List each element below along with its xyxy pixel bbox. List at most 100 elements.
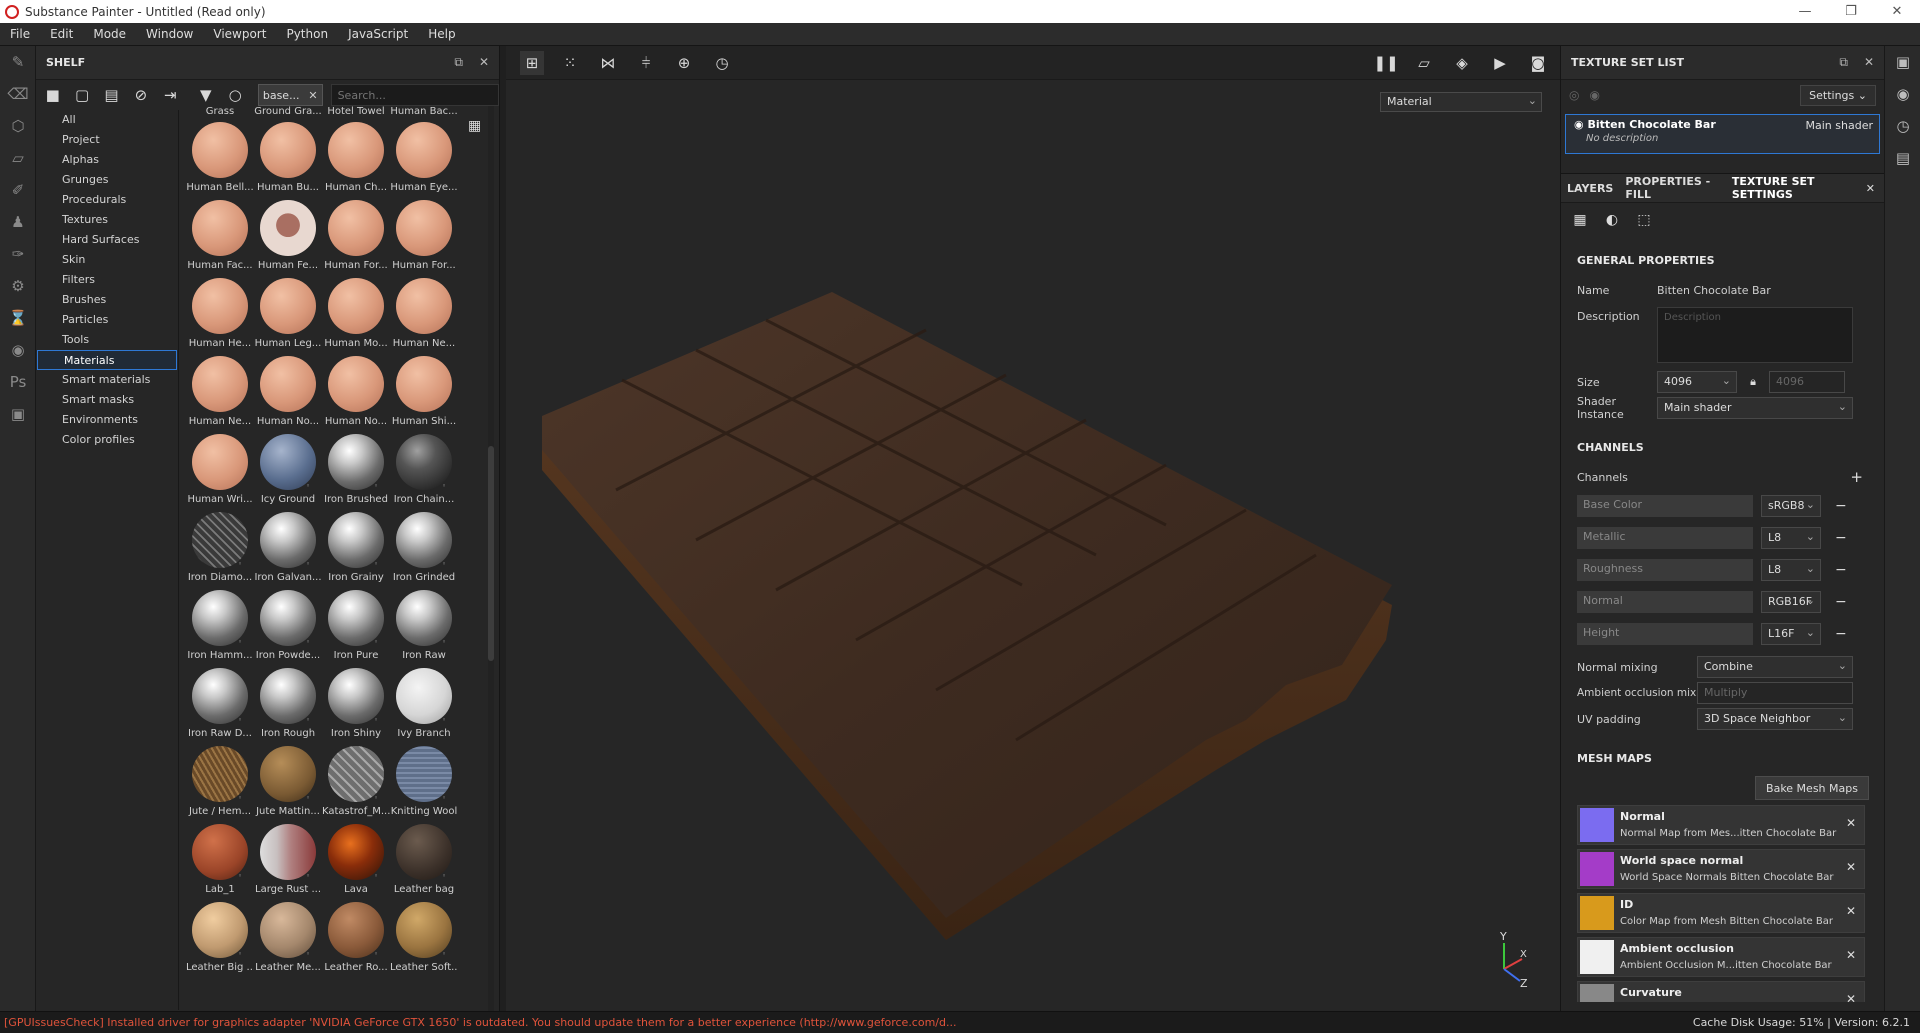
material-tile[interactable]: Human Eye...	[390, 122, 458, 200]
material-tile[interactable]: Human Mo...	[322, 278, 390, 356]
display-settings-icon[interactable]: ◉	[1885, 78, 1920, 110]
texture-set-list-icon[interactable]: ▣	[1885, 46, 1920, 78]
channel-format-select[interactable]: L8 ⌄	[1761, 559, 1821, 581]
remove-channel-icon[interactable]: −	[1835, 498, 1847, 514]
menu-edit[interactable]: Edit	[40, 27, 83, 41]
log-icon[interactable]: ▤	[1885, 142, 1920, 174]
mesh-icon[interactable]: ▦	[1567, 207, 1593, 233]
material-tile[interactable]: ◦ Iron Hamm...	[186, 590, 254, 668]
scrollbar-thumb[interactable]	[488, 446, 494, 661]
history-icon[interactable]: ◷	[1885, 110, 1920, 142]
bake-icon[interactable]: ⚙	[0, 270, 36, 302]
category-item[interactable]: Particles	[36, 310, 178, 330]
mirror-x-icon[interactable]: ⋈	[596, 51, 620, 75]
material-tile[interactable]: ◦ Iron Galvan...	[254, 512, 322, 590]
material-tile[interactable]: ◦ Jute Mattin...	[254, 746, 322, 824]
remove-mesh-map-icon[interactable]: ✕	[1846, 992, 1856, 1002]
category-item[interactable]: Hard Surfaces	[36, 230, 178, 250]
material-tile[interactable]: ◦ Iron Grinded	[390, 512, 458, 590]
material-tile[interactable]: ◦ Leather bag	[390, 824, 458, 902]
category-item[interactable]: Tools	[36, 330, 178, 350]
remove-mesh-map-icon[interactable]: ✕	[1846, 816, 1856, 830]
category-item[interactable]: Procedurals	[36, 190, 178, 210]
channel-format-select[interactable]: L8 ⌄	[1761, 527, 1821, 549]
symmetry-grid-icon[interactable]: ⊞	[520, 50, 544, 75]
material-tile[interactable]: Human Wri...	[186, 434, 254, 512]
material-tile[interactable]: ◦ Iron Powde...	[254, 590, 322, 668]
material-tile[interactable]: ◦ Lava	[322, 824, 390, 902]
mesh-map-item[interactable]: World space normal World Space Normals Bi…	[1577, 849, 1865, 889]
material-tile[interactable]: ◦ Iron Brushed	[322, 434, 390, 512]
material-tile[interactable]: Human No...	[254, 356, 322, 434]
shelf-scrollbar[interactable]	[488, 106, 494, 1011]
size-height-field[interactable]: 4096	[1769, 371, 1845, 393]
export-icon[interactable]: ▣	[0, 398, 36, 430]
shader-instance-select[interactable]: Main shader ⌄	[1657, 397, 1853, 419]
material-tile[interactable]: ◦ Leather Soft...	[390, 902, 458, 980]
projection-icon[interactable]: ⬡	[0, 110, 36, 142]
measure-icon[interactable]: ⌛	[0, 302, 36, 334]
remove-channel-icon[interactable]: −	[1835, 562, 1847, 578]
view-2d-icon[interactable]: ▱	[1412, 51, 1436, 75]
material-tile[interactable]: ◦ Jute / Hem...	[186, 746, 254, 824]
material-tile[interactable]: Human No...	[322, 356, 390, 434]
uv-padding-select[interactable]: 3D Space Neighbor ⌄	[1697, 708, 1853, 730]
category-item[interactable]: Grunges	[36, 170, 178, 190]
material-tile[interactable]: ◦ Iron Shiny	[322, 668, 390, 746]
material-tile[interactable]: ◦ Iron Chain...	[390, 434, 458, 512]
material-tile[interactable]: ◦ Leather Ro...	[322, 902, 390, 980]
material-tile[interactable]: ◦ Iron Rough	[254, 668, 322, 746]
menu-python[interactable]: Python	[276, 27, 338, 41]
refresh-icon[interactable]: ○	[222, 83, 247, 107]
material-tile[interactable]: ◦ Iron Raw D...	[186, 668, 254, 746]
category-item[interactable]: Skin	[36, 250, 178, 270]
channel-format-select[interactable]: sRGB8 ⌄	[1761, 495, 1821, 517]
material-tile[interactable]: Human For...	[390, 200, 458, 278]
menu-mode[interactable]: Mode	[83, 27, 136, 41]
grid-size-icon[interactable]: ▦	[468, 118, 481, 134]
channel-name[interactable]: Normal	[1577, 591, 1753, 613]
category-item-materials[interactable]: Materials	[37, 350, 177, 370]
category-item[interactable]: Environments	[36, 410, 178, 430]
tiling-icon[interactable]: ⁙	[558, 51, 582, 75]
eye-icon[interactable]: ◉	[1589, 88, 1599, 102]
eraser-icon[interactable]: ⌫	[0, 78, 36, 110]
material-tile[interactable]: Human Leg...	[254, 278, 322, 356]
pause-icon[interactable]: ❚❚	[1373, 51, 1398, 75]
category-item[interactable]: Color profiles	[36, 430, 178, 450]
material-tile[interactable]: Human Bell...	[186, 122, 254, 200]
status-error-message[interactable]: [GPUIssuesCheck] Installed driver for gr…	[0, 1016, 1100, 1029]
color-picker-icon[interactable]: ✑	[0, 238, 36, 270]
close-icon[interactable]: ✕	[1860, 182, 1885, 195]
material-tile[interactable]: Human Ne...	[186, 356, 254, 434]
filter-icon[interactable]: ▼	[193, 83, 218, 107]
remove-channel-icon[interactable]: −	[1835, 594, 1847, 610]
category-item[interactable]: Project	[36, 130, 178, 150]
import-icon[interactable]: ⇥	[158, 83, 183, 107]
lock-icon[interactable]: 🔒︎	[1741, 375, 1765, 389]
new-folder-icon[interactable]: ▢	[69, 83, 94, 107]
menu-javascript[interactable]: JavaScript	[338, 27, 418, 41]
material-tile[interactable]: ◦ Knitting Wool	[390, 746, 458, 824]
category-item[interactable]: Textures	[36, 210, 178, 230]
material-tile[interactable]: Human Fac...	[186, 200, 254, 278]
hide-eye-icon[interactable]: ◎	[1569, 88, 1579, 102]
history-icon[interactable]: ◷	[710, 51, 734, 75]
chip-close-icon[interactable]: ✕	[308, 89, 317, 102]
tab-properties-fill[interactable]: PROPERTIES - FILL	[1619, 175, 1726, 201]
grid-view-icon[interactable]: ▤	[99, 83, 124, 107]
hide-icon[interactable]: ⊘	[128, 83, 153, 107]
material-ball-icon[interactable]: ◐	[1599, 207, 1625, 233]
close-icon[interactable]: ✕	[1874, 4, 1920, 19]
filter-chip[interactable]: base... ✕	[257, 84, 323, 106]
material-tile[interactable]: ◦ Leather Me...	[254, 902, 322, 980]
view-3d-icon[interactable]: ◈	[1450, 51, 1474, 75]
mesh-map-item[interactable]: Curvature ✕	[1577, 981, 1865, 1002]
mesh-map-item[interactable]: Normal Normal Map from Mes...itten Chocol…	[1577, 805, 1865, 845]
normal-mixing-select[interactable]: Combine ⌄	[1697, 656, 1853, 678]
material-tile[interactable]: Human Fe...	[254, 200, 322, 278]
category-item[interactable]: All	[36, 110, 178, 130]
camera-icon[interactable]: ▶	[1488, 51, 1512, 75]
close-icon[interactable]: ✕	[1864, 55, 1874, 70]
category-item[interactable]: Smart masks	[36, 390, 178, 410]
